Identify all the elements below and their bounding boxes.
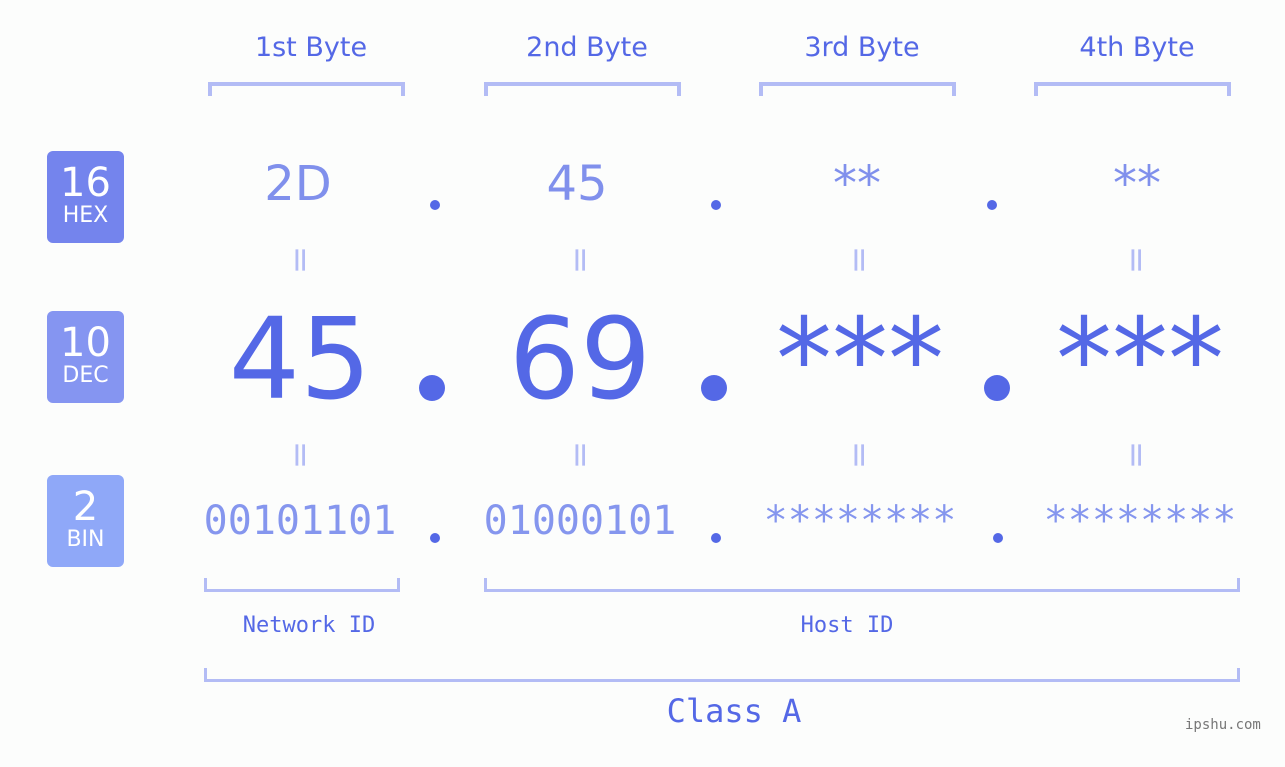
- bin-dot-1: [430, 533, 440, 543]
- equals-sign: =: [560, 440, 600, 470]
- hex-octet-3: **: [833, 156, 881, 212]
- bin-base-label: BIN: [66, 527, 105, 552]
- host-id-bracket: [484, 578, 1240, 592]
- equals-sign: =: [560, 245, 600, 275]
- equals-sign: =: [1116, 245, 1156, 275]
- bin-dot-2: [711, 533, 721, 543]
- dec-octet-1: 45: [228, 295, 372, 425]
- dec-octet-3: ***: [776, 295, 944, 425]
- byte-header-1: 1st Byte: [254, 32, 368, 63]
- bin-octet-2: 01000101: [483, 498, 677, 544]
- dec-dot-2: [701, 375, 727, 401]
- dec-dot-1: [419, 375, 445, 401]
- class-label: Class A: [666, 692, 802, 730]
- hex-octet-1: 2D: [264, 156, 332, 212]
- equals-sign: =: [839, 440, 879, 470]
- dec-base-label: DEC: [62, 363, 109, 388]
- hex-octet-4: **: [1113, 156, 1161, 212]
- equals-sign: =: [280, 245, 320, 275]
- bin-base-number: 2: [72, 484, 99, 530]
- byte-header-3: 3rd Byte: [804, 32, 920, 63]
- watermark: ipshu.com: [1185, 717, 1261, 733]
- dec-base-number: 10: [60, 320, 111, 366]
- hex-dot-1: [430, 200, 440, 210]
- bin-badge: 2 BIN: [47, 475, 124, 567]
- dec-badge: 10 DEC: [47, 311, 124, 403]
- byte-bracket-4: [1034, 82, 1231, 96]
- bin-octet-1: 00101101: [203, 498, 397, 544]
- hex-base-number: 16: [60, 160, 111, 206]
- equals-sign: =: [1116, 440, 1156, 470]
- equals-sign: =: [839, 245, 879, 275]
- byte-bracket-3: [759, 82, 956, 96]
- hex-dot-2: [711, 200, 721, 210]
- hex-dot-3: [987, 200, 997, 210]
- byte-bracket-2: [484, 82, 681, 96]
- dec-octet-4: ***: [1056, 295, 1224, 425]
- hex-base-label: HEX: [62, 203, 109, 228]
- byte-header-4: 4th Byte: [1079, 32, 1195, 63]
- host-id-label: Host ID: [800, 613, 894, 638]
- dec-dot-3: [984, 375, 1010, 401]
- hex-badge: 16 HEX: [47, 151, 124, 243]
- bin-dot-3: [993, 533, 1003, 543]
- equals-sign: =: [280, 440, 320, 470]
- network-id-bracket: [204, 578, 400, 592]
- bin-octet-3: ********: [763, 498, 957, 544]
- dec-octet-2: 69: [508, 295, 652, 425]
- byte-header-2: 2nd Byte: [526, 32, 648, 63]
- byte-bracket-1: [208, 82, 405, 96]
- class-bracket: [204, 668, 1240, 682]
- bin-octet-4: ********: [1043, 498, 1237, 544]
- hex-octet-2: 45: [546, 156, 608, 212]
- network-id-label: Network ID: [242, 613, 376, 638]
